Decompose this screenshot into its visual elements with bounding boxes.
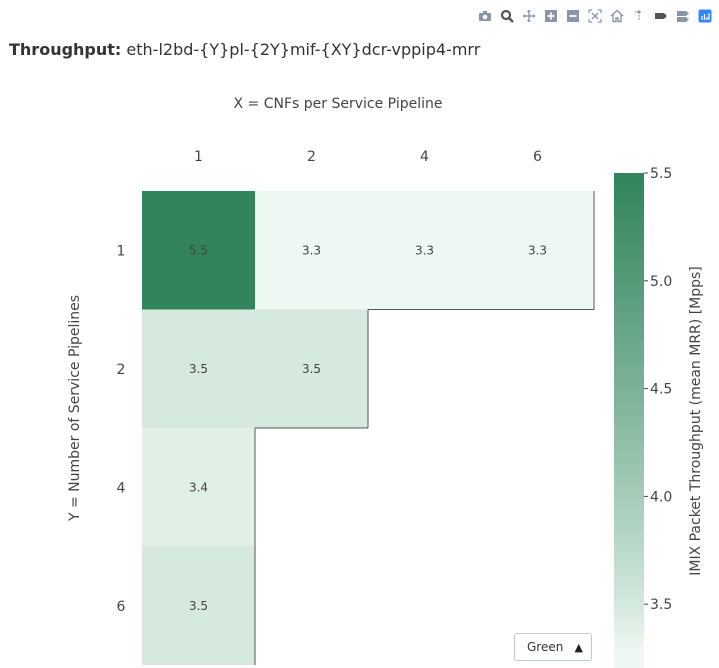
y-tick-label: 6 bbox=[117, 599, 126, 615]
colorbar-tick-label: 5.5 bbox=[650, 166, 672, 182]
x-tick-label: 1 bbox=[194, 149, 203, 165]
y-tick-label: 4 bbox=[117, 480, 126, 496]
cell-value-label: 3.5 bbox=[189, 362, 208, 376]
triangle-up-icon: ▲ bbox=[574, 641, 583, 654]
cell-value-label: 3.4 bbox=[189, 480, 208, 494]
colorbar-title: IMIX Packet Throughput (mean MRR) [Mpps] bbox=[688, 266, 704, 576]
cell-value-label: 3.3 bbox=[528, 243, 547, 257]
colorbar-tick-label: 3.5 bbox=[650, 597, 672, 613]
x-tick-label: 4 bbox=[420, 149, 429, 165]
cell-value-label: 3.5 bbox=[189, 599, 208, 613]
colorscale-dropdown[interactable]: Green ▲ bbox=[514, 633, 592, 661]
y-tick-label: 2 bbox=[117, 362, 126, 378]
y-tick-label: 1 bbox=[117, 243, 126, 259]
y-axis-title: Y = Number of Service Pipelines bbox=[67, 295, 83, 522]
cell-value-label: 3.5 bbox=[302, 362, 321, 376]
cell-value-label: 5.5 bbox=[189, 243, 208, 257]
colorbar-tick-label: 4.5 bbox=[650, 382, 672, 398]
colorbar-segment bbox=[614, 663, 644, 668]
dropdown-selected: Green bbox=[527, 640, 564, 654]
x-axis-title: X = CNFs per Service Pipeline bbox=[234, 96, 443, 112]
x-tick-label: 2 bbox=[307, 149, 316, 165]
x-tick-label: 6 bbox=[533, 149, 542, 165]
colorbar-tick-label: 4.0 bbox=[650, 489, 672, 505]
cell-value-label: 3.3 bbox=[302, 243, 321, 257]
heatmap-chart: X = CNFs per Service Pipeline 1 2 4 6 Y = Num… bbox=[67, 96, 704, 668]
cell-value-label: 3.3 bbox=[415, 243, 434, 257]
colorbar-tick-label: 5.0 bbox=[650, 274, 672, 290]
